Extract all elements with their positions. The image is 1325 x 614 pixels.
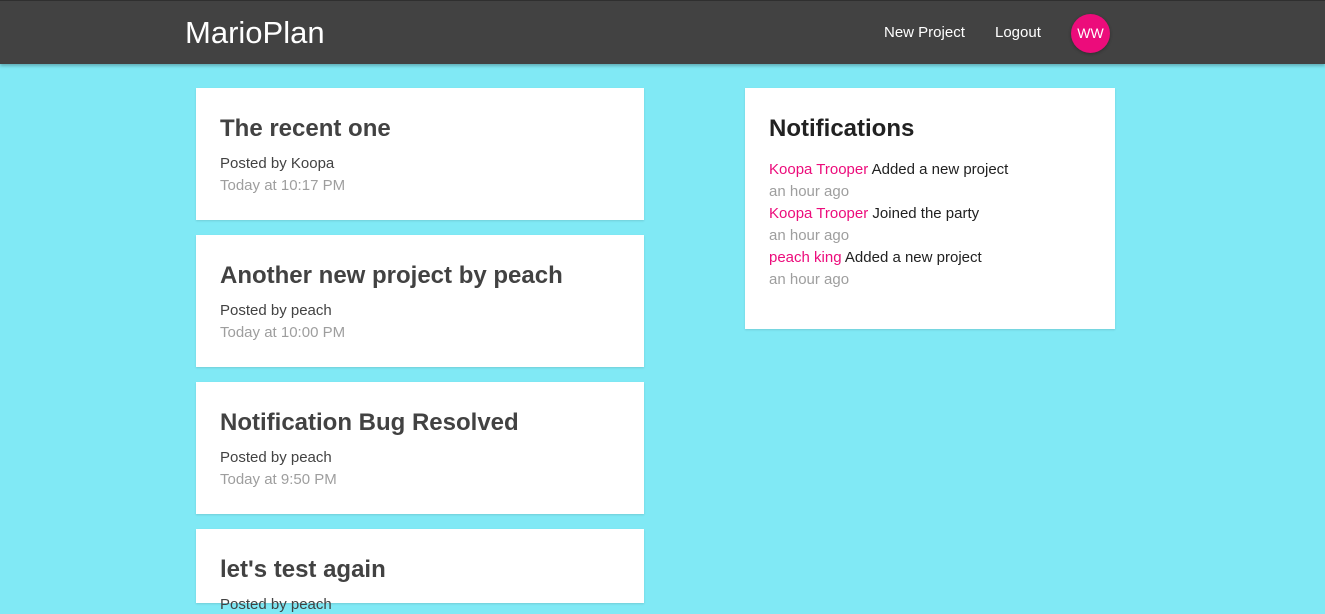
project-title: The recent one bbox=[220, 115, 391, 142]
notification-line: peach king Added a new project bbox=[769, 247, 1091, 269]
notification-line: Koopa Trooper Joined the party bbox=[769, 203, 1091, 225]
project-title: let's test again bbox=[220, 556, 386, 583]
new-project-link[interactable]: New Project bbox=[884, 24, 965, 42]
notification-time: an hour ago bbox=[769, 227, 850, 244]
project-card[interactable]: The recent one Posted by Koopa Today at … bbox=[196, 88, 644, 220]
top-navbar: MarioPlan New Project Logout WW bbox=[0, 0, 1325, 64]
brand-logo-link[interactable]: MarioPlan bbox=[185, 15, 325, 51]
notification-line: Koopa Trooper Added a new project bbox=[769, 159, 1091, 181]
project-author: Posted by peach bbox=[220, 449, 332, 466]
project-card[interactable]: Another new project by peach Posted by p… bbox=[196, 235, 644, 367]
notifications-panel: Notifications Koopa Trooper Added a new … bbox=[745, 88, 1115, 329]
project-author: Posted by peach bbox=[220, 596, 332, 613]
notification-user: Koopa Trooper bbox=[769, 161, 869, 178]
user-avatar[interactable]: WW bbox=[1071, 14, 1110, 53]
notification-time: an hour ago bbox=[769, 271, 850, 288]
project-author: Posted by Koopa bbox=[220, 155, 335, 172]
project-title: Another new project by peach bbox=[220, 262, 563, 289]
notification-time: an hour ago bbox=[769, 183, 850, 200]
notifications-title: Notifications bbox=[769, 115, 915, 142]
notification-item: Koopa Trooper Joined the party an hour a… bbox=[769, 203, 1091, 247]
project-card[interactable]: let's test again Posted by peach bbox=[196, 529, 644, 613]
notification-content: Added a new project bbox=[844, 249, 982, 266]
project-card[interactable]: Notification Bug Resolved Posted by peac… bbox=[196, 382, 644, 514]
project-date: Today at 9:50 PM bbox=[220, 471, 337, 488]
project-author: Posted by peach bbox=[220, 302, 332, 319]
logout-link[interactable]: Logout bbox=[995, 24, 1041, 42]
notification-user: peach king bbox=[769, 249, 842, 266]
project-date: Today at 10:00 PM bbox=[220, 324, 346, 341]
notification-user: Koopa Trooper bbox=[769, 205, 869, 222]
notification-content: Joined the party bbox=[872, 205, 980, 222]
notification-content: Added a new project bbox=[871, 161, 1009, 178]
notification-item: Koopa Trooper Added a new project an hou… bbox=[769, 159, 1091, 203]
notification-item: peach king Added a new project an hour a… bbox=[769, 247, 1091, 291]
project-title: Notification Bug Resolved bbox=[220, 409, 519, 436]
project-date: Today at 10:17 PM bbox=[220, 177, 346, 194]
